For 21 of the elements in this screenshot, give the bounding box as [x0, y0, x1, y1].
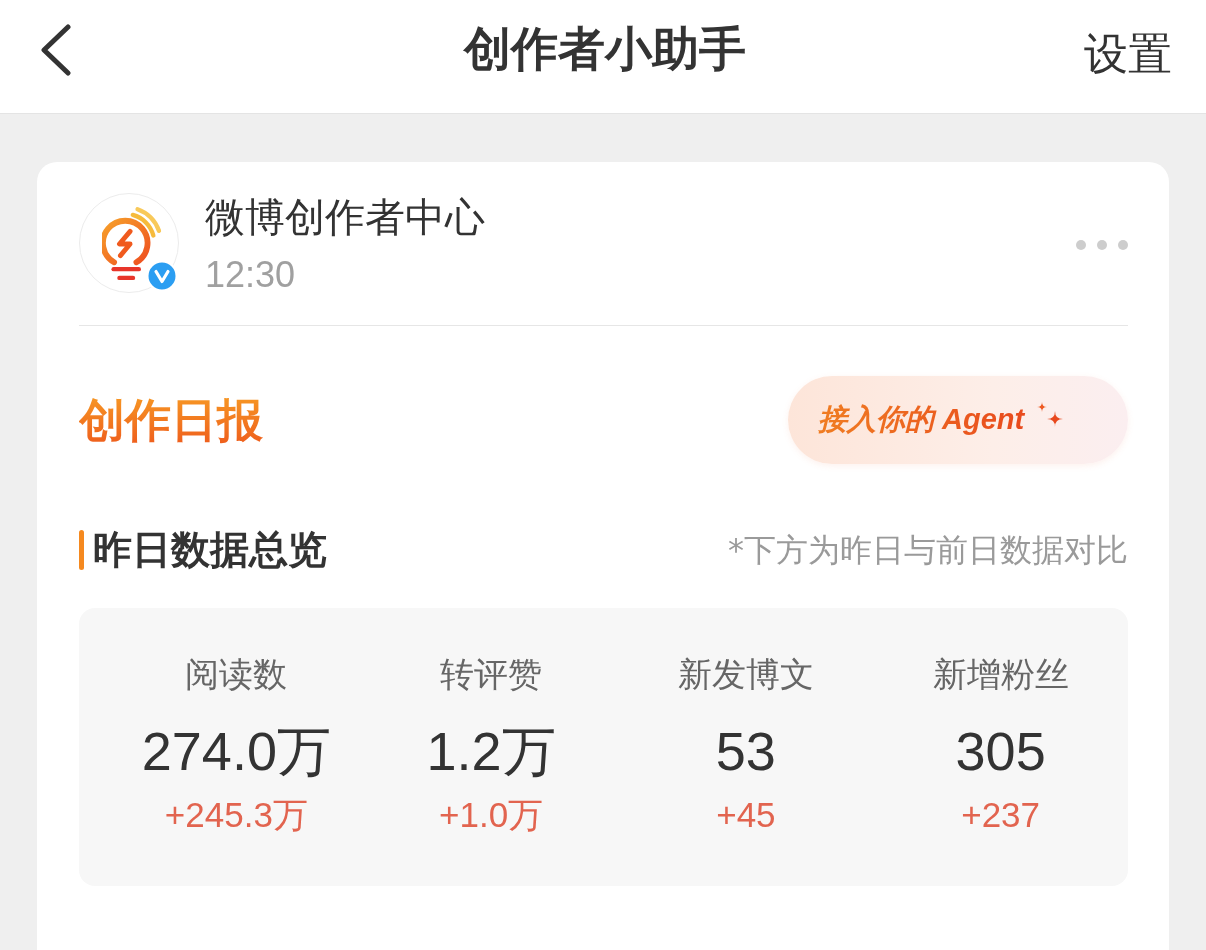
stat-change: +237 — [961, 793, 1041, 836]
stat-label: 新增粉丝 — [932, 654, 1069, 695]
back-icon[interactable] — [38, 23, 72, 76]
page-title: 创作者小助手 — [464, 21, 746, 78]
stat-value: 305 — [955, 720, 1046, 783]
settings-link[interactable]: 设置 — [1084, 28, 1172, 81]
stat-value: 1.2万 — [426, 720, 556, 783]
stat-change: +245.3万 — [164, 793, 308, 836]
comparison-note: *下方为昨日与前日数据对比 — [728, 531, 1128, 570]
account-name: 微博创作者中心 — [205, 193, 485, 241]
stat-change: +45 — [716, 793, 776, 836]
stat-label: 阅读数 — [185, 654, 288, 695]
post-time: 12:30 — [205, 253, 297, 297]
stat-label: 新发博文 — [677, 654, 814, 695]
section-title: 昨日数据总览 — [93, 526, 327, 574]
stat-value: 53 — [715, 720, 776, 783]
stat-value: 274.0万 — [141, 720, 331, 783]
lightbulb-logo-icon — [102, 206, 164, 282]
stat-label: 转评赞 — [440, 654, 543, 695]
stat-change: +1.0万 — [439, 793, 544, 836]
section-accent-bar — [79, 530, 84, 571]
